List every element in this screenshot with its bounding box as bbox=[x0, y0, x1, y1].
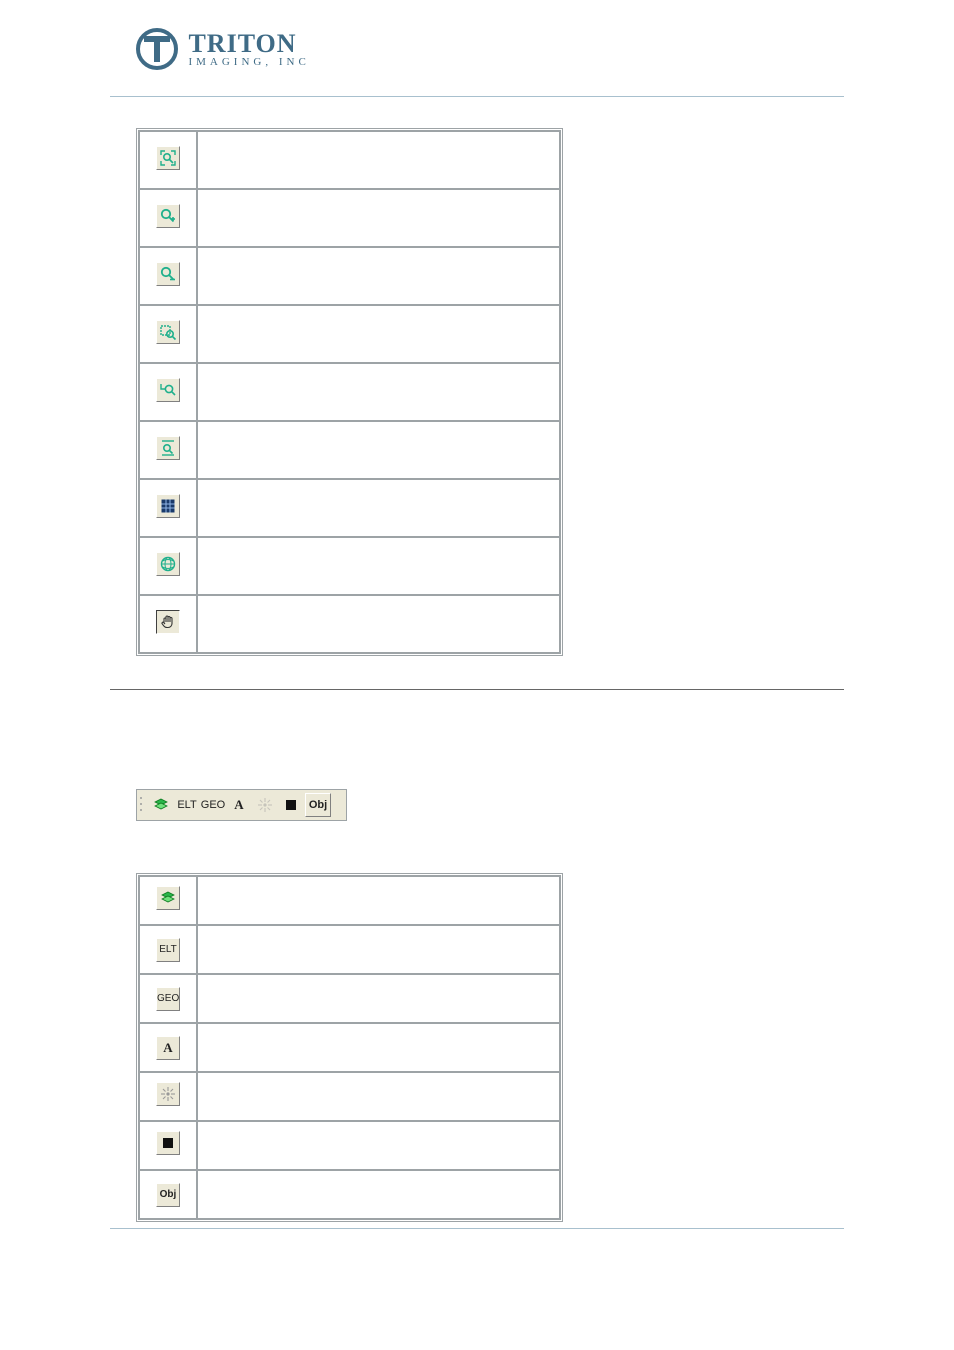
zoom-box-button[interactable] bbox=[156, 320, 180, 344]
zoom-icons-table bbox=[136, 128, 563, 656]
rule-top bbox=[110, 96, 844, 97]
table-row bbox=[139, 1121, 560, 1170]
layers-button[interactable] bbox=[156, 886, 180, 910]
table-row bbox=[139, 876, 560, 925]
table-row bbox=[139, 1072, 560, 1121]
table-row bbox=[139, 131, 560, 189]
table-row bbox=[139, 421, 560, 479]
geo-label: GEO bbox=[201, 799, 225, 811]
table-row: A bbox=[139, 1023, 560, 1072]
elt-button[interactable]: ELT bbox=[156, 938, 180, 962]
logo-mark-icon bbox=[136, 28, 178, 70]
table-row bbox=[139, 247, 560, 305]
geo-label: GEO bbox=[157, 988, 179, 1010]
table-row bbox=[139, 305, 560, 363]
zoom-in-button[interactable] bbox=[156, 204, 180, 228]
table-row bbox=[139, 595, 560, 653]
geo-button[interactable]: GEO bbox=[156, 987, 180, 1011]
rule-mid bbox=[110, 689, 844, 690]
brand-name: TRITON bbox=[188, 31, 309, 57]
zoom-prev-button[interactable] bbox=[156, 378, 180, 402]
zoom-height-button[interactable] bbox=[156, 436, 180, 460]
elt-label: ELT bbox=[177, 799, 196, 811]
obj-button[interactable]: Obj bbox=[305, 793, 331, 817]
globe-button[interactable] bbox=[156, 552, 180, 576]
table-row: Obj bbox=[139, 1170, 560, 1219]
elt-label: ELT bbox=[157, 939, 179, 961]
trackpoint-button[interactable] bbox=[253, 794, 277, 816]
pan-hand-button[interactable] bbox=[156, 610, 180, 634]
elt-button[interactable]: ELT bbox=[175, 794, 199, 816]
brand-subline: IMAGING, INC bbox=[188, 57, 309, 68]
obj-button[interactable]: Obj bbox=[156, 1183, 180, 1207]
a-button[interactable]: A bbox=[227, 794, 251, 816]
zoom-out-button[interactable] bbox=[156, 262, 180, 286]
table-row bbox=[139, 537, 560, 595]
table-row bbox=[139, 479, 560, 537]
obj-label: Obj bbox=[309, 799, 327, 811]
trackpoint-button[interactable] bbox=[156, 1082, 180, 1106]
a-label: A bbox=[234, 797, 243, 813]
obj-label: Obj bbox=[157, 1184, 179, 1206]
table-row: GEO bbox=[139, 974, 560, 1023]
stop-button[interactable] bbox=[156, 1131, 180, 1155]
brand-logo: TRITON IMAGING, INC bbox=[136, 28, 310, 70]
table-row bbox=[139, 189, 560, 247]
grid-button[interactable] bbox=[156, 494, 180, 518]
a-button[interactable]: A bbox=[156, 1036, 180, 1060]
table-row bbox=[139, 363, 560, 421]
table-row: ELT bbox=[139, 925, 560, 974]
a-label: A bbox=[157, 1037, 179, 1059]
rule-bot bbox=[110, 1228, 844, 1229]
layers-toolbar: ELT GEO A bbox=[136, 789, 347, 821]
layers-button[interactable] bbox=[149, 794, 173, 816]
layers-icons-table: ELT GEO A bbox=[136, 873, 563, 1222]
zoom-extent-button[interactable] bbox=[156, 146, 180, 170]
toolbar-grip-icon bbox=[139, 794, 145, 816]
stop-button[interactable] bbox=[279, 794, 303, 816]
geo-button[interactable]: GEO bbox=[201, 794, 225, 816]
